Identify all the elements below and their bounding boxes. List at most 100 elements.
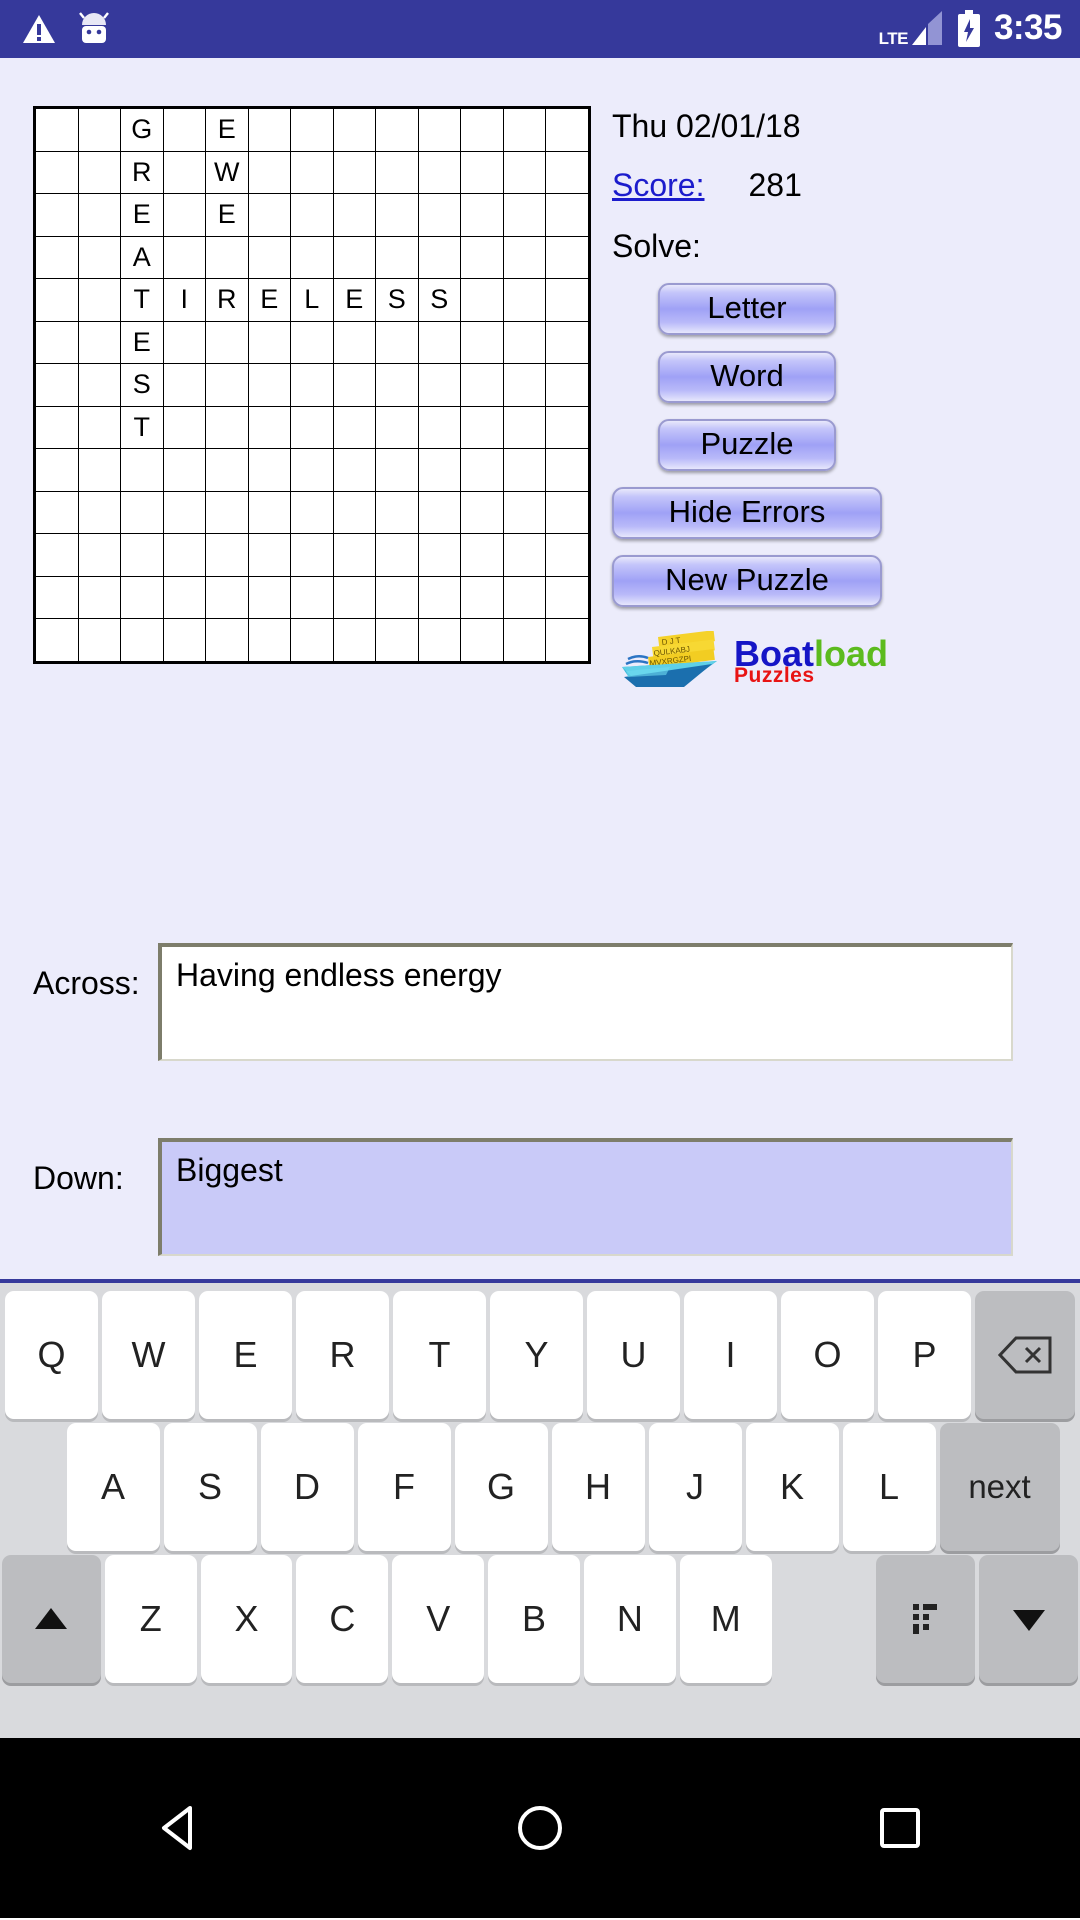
key-x[interactable]: X bbox=[201, 1555, 293, 1683]
crossword-cell[interactable] bbox=[35, 406, 79, 449]
crossword-cell[interactable] bbox=[503, 576, 546, 619]
crossword-cell[interactable] bbox=[121, 491, 164, 534]
crossword-cell[interactable] bbox=[418, 236, 461, 279]
crossword-cell[interactable]: S bbox=[121, 364, 164, 407]
crossword-cell[interactable] bbox=[376, 576, 419, 619]
crossword-cell[interactable]: T bbox=[121, 406, 164, 449]
shift-up-icon[interactable] bbox=[2, 1555, 101, 1683]
key-i[interactable]: I bbox=[684, 1291, 777, 1419]
keyboard-switch-icon[interactable] bbox=[876, 1555, 975, 1683]
crossword-cell[interactable] bbox=[248, 364, 291, 407]
down-clue-field[interactable]: Biggest bbox=[158, 1138, 1013, 1256]
crossword-cell[interactable] bbox=[333, 151, 376, 194]
crossword-cell[interactable] bbox=[78, 194, 121, 237]
crossword-cell[interactable] bbox=[248, 151, 291, 194]
crossword-cell[interactable]: R bbox=[121, 151, 164, 194]
crossword-cell[interactable] bbox=[35, 576, 79, 619]
crossword-cell[interactable] bbox=[163, 364, 206, 407]
crossword-cell[interactable] bbox=[206, 491, 249, 534]
crossword-cell[interactable] bbox=[333, 449, 376, 492]
crossword-cell[interactable] bbox=[291, 619, 334, 663]
crossword-cell[interactable]: E bbox=[206, 108, 249, 152]
crossword-cell[interactable] bbox=[546, 491, 590, 534]
crossword-cell[interactable] bbox=[206, 321, 249, 364]
crossword-cell[interactable] bbox=[376, 236, 419, 279]
crossword-cell[interactable] bbox=[35, 236, 79, 279]
crossword-cell[interactable] bbox=[291, 406, 334, 449]
solve-word-button[interactable]: Word bbox=[658, 351, 836, 403]
crossword-cell[interactable] bbox=[78, 406, 121, 449]
crossword-cell[interactable] bbox=[291, 491, 334, 534]
crossword-cell[interactable] bbox=[461, 449, 504, 492]
crossword-cell[interactable] bbox=[35, 108, 79, 152]
crossword-cell[interactable] bbox=[78, 491, 121, 534]
crossword-cell[interactable] bbox=[376, 151, 419, 194]
crossword-cell[interactable] bbox=[291, 151, 334, 194]
key-q[interactable]: Q bbox=[5, 1291, 98, 1419]
key-a[interactable]: A bbox=[67, 1423, 160, 1551]
crossword-cell[interactable]: L bbox=[291, 279, 334, 322]
crossword-grid[interactable]: GERWEEATIRELESSEST bbox=[33, 106, 591, 664]
key-b[interactable]: B bbox=[488, 1555, 580, 1683]
crossword-cell[interactable] bbox=[333, 534, 376, 577]
crossword-cell[interactable] bbox=[376, 364, 419, 407]
crossword-cell[interactable]: R bbox=[206, 279, 249, 322]
crossword-cell[interactable]: A bbox=[121, 236, 164, 279]
crossword-cell[interactable] bbox=[461, 151, 504, 194]
crossword-cell[interactable] bbox=[461, 406, 504, 449]
key-t[interactable]: T bbox=[393, 1291, 486, 1419]
key-next[interactable]: next bbox=[940, 1423, 1060, 1551]
crossword-cell[interactable] bbox=[461, 534, 504, 577]
crossword-cell[interactable] bbox=[248, 619, 291, 663]
crossword-cell[interactable] bbox=[35, 619, 79, 663]
crossword-cell[interactable] bbox=[291, 534, 334, 577]
crossword-cell[interactable] bbox=[546, 534, 590, 577]
crossword-cell[interactable] bbox=[206, 449, 249, 492]
crossword-cell[interactable] bbox=[461, 108, 504, 152]
crossword-cell[interactable]: G bbox=[121, 108, 164, 152]
crossword-cell[interactable] bbox=[503, 321, 546, 364]
crossword-cell[interactable] bbox=[78, 151, 121, 194]
crossword-cell[interactable]: E bbox=[206, 194, 249, 237]
crossword-cell[interactable] bbox=[503, 491, 546, 534]
key-f[interactable]: F bbox=[358, 1423, 451, 1551]
across-clue-field[interactable]: Having endless energy bbox=[158, 943, 1013, 1061]
crossword-cell[interactable] bbox=[78, 534, 121, 577]
crossword-cell[interactable]: I bbox=[163, 279, 206, 322]
key-n[interactable]: N bbox=[584, 1555, 676, 1683]
crossword-cell[interactable] bbox=[291, 449, 334, 492]
key-w[interactable]: W bbox=[102, 1291, 195, 1419]
crossword-cell[interactable]: E bbox=[248, 279, 291, 322]
crossword-cell[interactable] bbox=[333, 576, 376, 619]
crossword-cell[interactable] bbox=[546, 619, 590, 663]
crossword-cell[interactable] bbox=[291, 194, 334, 237]
crossword-cell[interactable] bbox=[503, 194, 546, 237]
crossword-cell[interactable] bbox=[461, 364, 504, 407]
crossword-cell[interactable] bbox=[546, 321, 590, 364]
score-link[interactable]: Score: bbox=[612, 167, 704, 204]
crossword-cell[interactable] bbox=[503, 406, 546, 449]
crossword-cell[interactable] bbox=[248, 576, 291, 619]
crossword-cell[interactable] bbox=[546, 576, 590, 619]
key-h[interactable]: H bbox=[552, 1423, 645, 1551]
crossword-cell[interactable] bbox=[503, 236, 546, 279]
crossword-cell[interactable] bbox=[291, 321, 334, 364]
crossword-cell[interactable] bbox=[376, 619, 419, 663]
crossword-cell[interactable] bbox=[35, 534, 79, 577]
crossword-cell[interactable] bbox=[461, 491, 504, 534]
key-v[interactable]: V bbox=[392, 1555, 484, 1683]
crossword-cell[interactable] bbox=[546, 108, 590, 152]
crossword-cell[interactable] bbox=[333, 236, 376, 279]
crossword-cell[interactable] bbox=[163, 321, 206, 364]
crossword-cell[interactable] bbox=[248, 194, 291, 237]
crossword-cell[interactable] bbox=[376, 406, 419, 449]
home-circle-icon[interactable] bbox=[510, 1798, 570, 1858]
chevron-down-icon[interactable] bbox=[979, 1555, 1078, 1683]
back-triangle-icon[interactable] bbox=[150, 1798, 210, 1858]
crossword-cell[interactable] bbox=[121, 619, 164, 663]
crossword-cell[interactable] bbox=[163, 406, 206, 449]
crossword-cell[interactable] bbox=[35, 364, 79, 407]
crossword-cell[interactable]: E bbox=[121, 194, 164, 237]
key-c[interactable]: C bbox=[296, 1555, 388, 1683]
crossword-cell[interactable]: W bbox=[206, 151, 249, 194]
